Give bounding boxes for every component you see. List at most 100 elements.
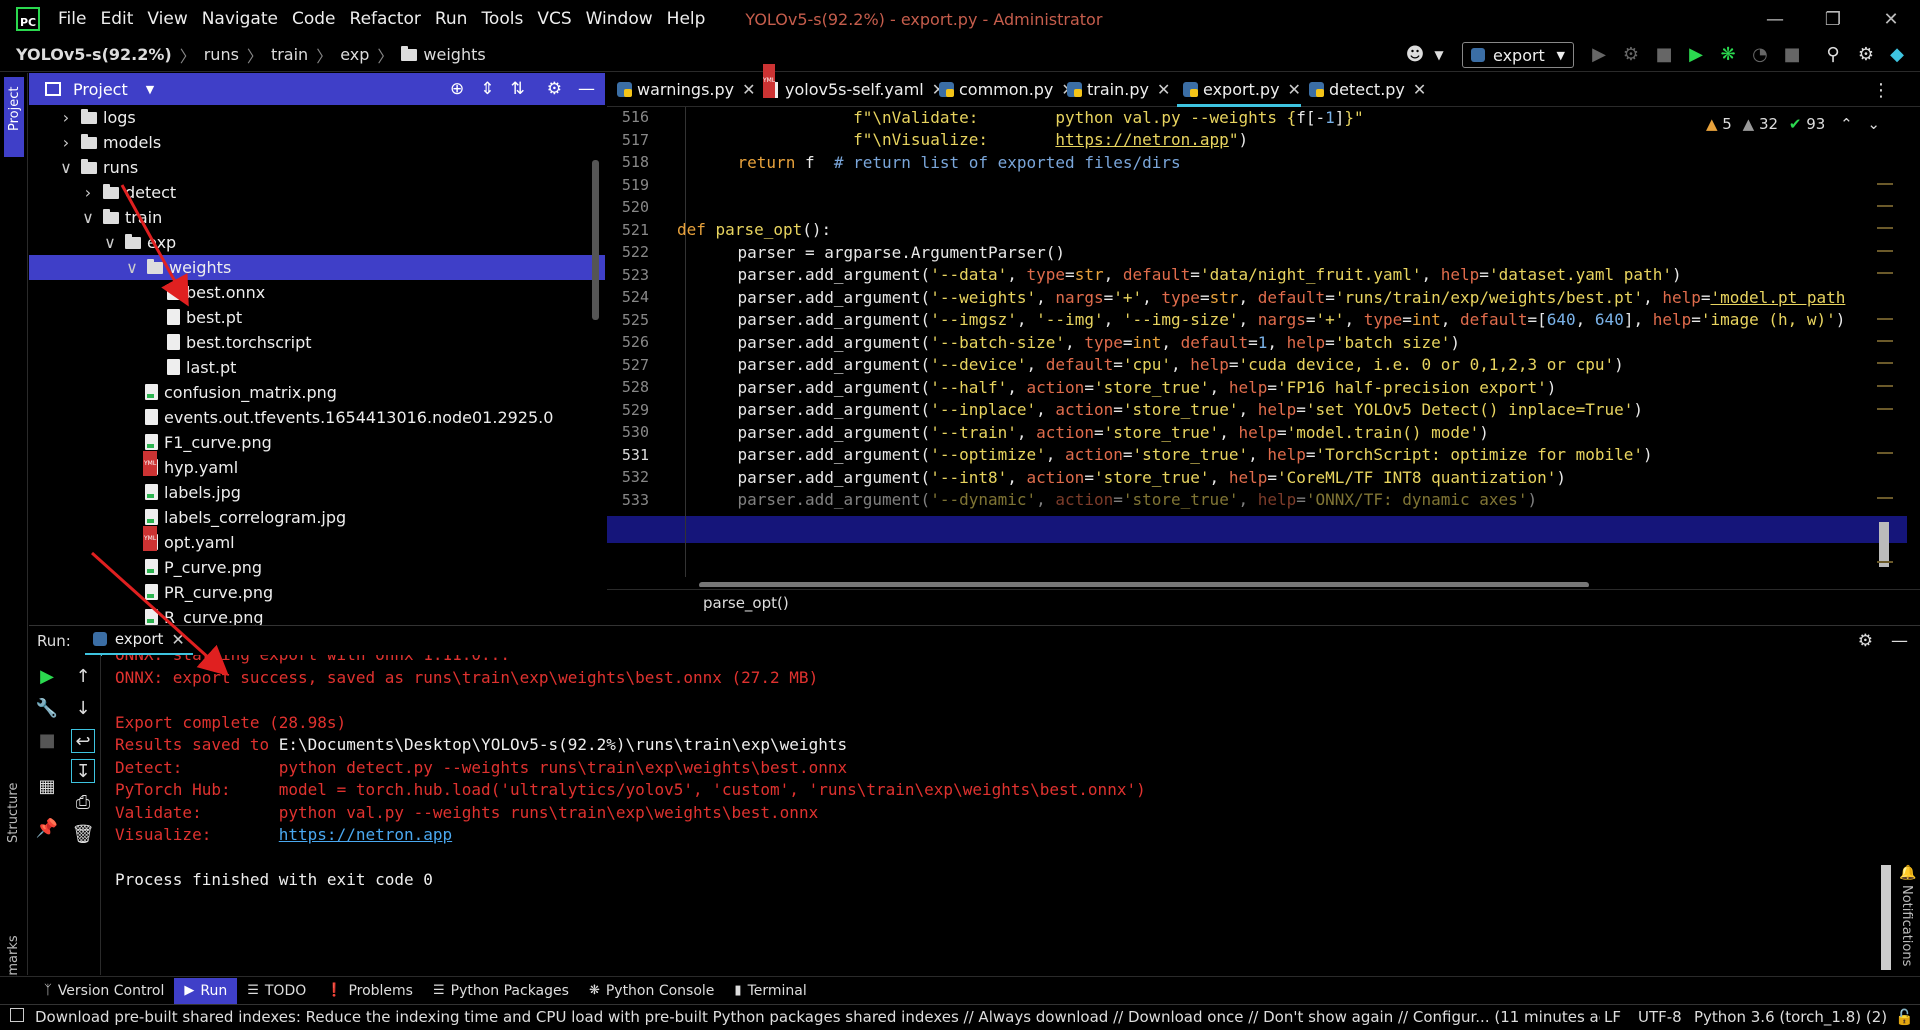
status-message[interactable]: Download pre-built shared indexes: Reduc… [35,1005,1600,1030]
soft-wrap-icon[interactable]: ↩ [71,729,95,753]
tree-item[interactable]: › models [29,130,605,155]
menu-navigate[interactable]: Navigate [202,9,278,29]
bell-icon[interactable]: 🔔 [1899,865,1916,881]
tree-item[interactable]: ∨ train [29,205,605,230]
menu-help[interactable]: Help [667,9,706,29]
lock-icon[interactable]: 🔓 [1895,1005,1914,1030]
horizontal-scrollbar[interactable] [699,582,1589,587]
trash-icon[interactable]: 🗑 [71,823,95,847]
tree-item[interactable]: ∨ exp [29,230,605,255]
menu-file[interactable]: File [58,9,86,29]
tree-item[interactable]: labels.jpg [29,480,605,505]
line-separator[interactable]: LF [1604,1005,1621,1030]
stop-icon[interactable]: ■ [1653,44,1675,66]
code-editor[interactable]: 516 517 518 519 520 521 522 523 524 525 526 527 528 5… [607,107,1920,587]
message-icon[interactable] [10,1008,24,1022]
rerun-icon[interactable]: ▶ [35,665,59,689]
breadcrumb-train[interactable]: train [271,45,308,64]
editor-tab[interactable]: common.py✕ [933,73,1075,107]
locate-icon[interactable]: ⊕ [450,79,464,99]
stop-all-icon[interactable]: ■ [1781,44,1803,66]
tab-python-console[interactable]: ❋ Python Console [579,978,724,1004]
file-encoding[interactable]: UTF-8 [1638,1005,1682,1030]
chevron-up-icon[interactable]: ⌃ [1840,115,1853,133]
tab-todo[interactable]: ☰ TODO [237,978,316,1004]
menu-refactor[interactable]: Refactor [350,9,421,29]
collapse-all-icon[interactable]: ⇅ [511,79,525,99]
menu-edit[interactable]: Edit [100,9,133,29]
menu-view[interactable]: View [147,9,187,29]
run-icon[interactable]: ▶ [1685,44,1707,66]
editor-tab[interactable]: export.py ✕ [1177,73,1301,107]
chevron-down-icon[interactable]: ⌄ [1867,115,1880,133]
layout-icon[interactable]: ▦ [35,775,59,799]
breadcrumb-exp[interactable]: exp [340,45,369,64]
tree-item[interactable]: opt.yaml [29,526,605,555]
close-icon[interactable]: ✕ [1288,80,1301,99]
editor-tab[interactable]: yolov5s-self.yaml✕ [759,64,945,107]
tree-item[interactable]: R_curve.png [29,605,605,625]
search-icon[interactable]: ⚲ [1822,44,1844,66]
chevron-right-icon[interactable]: › [59,105,73,130]
debug-icon[interactable]: ❋ [1717,44,1739,66]
tree-item[interactable]: best.onnx [29,280,605,305]
coverage-icon[interactable]: ⚙ [1620,44,1642,66]
tree-item[interactable]: best.torchscript [29,330,605,355]
menu-tools[interactable]: Tools [481,9,523,29]
breadcrumb-weights[interactable]: weights [423,45,485,64]
inspection-widget[interactable]: ▲ 5 ▲ 32 ✔ 93 ⌃ ⌄ [1706,115,1880,133]
chevron-down-icon[interactable]: ▼ [146,83,154,96]
tree-item[interactable]: labels_correlogram.jpg [29,505,605,530]
close-icon[interactable]: ✕ [1413,80,1426,99]
editor-tab[interactable]: train.py ✕ [1061,73,1170,107]
tree-item[interactable]: events.out.tfevents.1654413016.node01.29… [29,405,605,430]
scroll-to-end-icon[interactable]: ↧ [71,759,95,783]
breadcrumb-project[interactable]: YOLOv5-s(92.2%) [16,45,172,64]
hide-icon[interactable]: — [1891,631,1908,651]
console-scrollbar[interactable] [1881,865,1891,970]
tab-terminal[interactable]: ▮ Terminal [724,978,816,1004]
chevron-down-icon[interactable]: ∨ [103,230,117,255]
chevron-right-icon[interactable]: › [81,180,95,205]
close-icon[interactable]: ✕ [1157,80,1170,99]
gear-icon[interactable]: ⚙ [1855,44,1877,66]
chevron-down-icon[interactable]: ∨ [81,205,95,230]
gear-icon[interactable]: ⚙ [547,79,562,99]
arrow-down-icon[interactable]: ↓ [71,697,95,721]
tree-item[interactable]: ∨ weights [29,255,605,280]
restore-icon[interactable]: ❐ [1804,9,1862,30]
arrow-up-icon[interactable]: ↑ [71,665,95,689]
project-stripe-button[interactable]: Project [4,77,24,157]
tree-item[interactable]: › detect [29,180,605,205]
python-interpreter[interactable]: Python 3.6 (torch_1.8) (2) [1694,1005,1887,1030]
editor-tab[interactable]: warnings.py ✕ [611,73,756,107]
more-icon[interactable]: ⋮ [1872,80,1890,101]
pin-icon[interactable]: 📌 [35,817,59,841]
chevron-down-icon[interactable]: ∨ [59,155,73,180]
hide-icon[interactable]: — [578,79,595,99]
tree-item[interactable]: last.pt [29,355,605,380]
notifications-stripe-label[interactable]: Notifications [1899,885,1914,966]
menu-run[interactable]: Run [435,9,468,29]
tree-item[interactable]: PR_curve.png [29,580,605,605]
tree-item[interactable]: confusion_matrix.png [29,380,605,405]
breadcrumb-runs[interactable]: runs [204,45,239,64]
wrench-icon[interactable]: 🔧 [35,697,59,721]
tree-item[interactable]: F1_curve.png [29,430,605,455]
chevron-down-icon[interactable]: ▼ [1428,44,1450,66]
tab-run[interactable]: ▶ Run [174,977,238,1004]
tree-item[interactable]: › logs [29,105,605,130]
console-link[interactable]: https://netron.app [279,825,452,844]
jetbrains-icon[interactable]: ◆ [1886,44,1908,66]
run-tab-export[interactable]: export ✕ [84,626,193,656]
tree-item[interactable]: hyp.yaml [29,451,605,480]
minimize-icon[interactable]: — [1746,9,1804,30]
tree-scrollbar[interactable] [592,160,599,320]
menu-window[interactable]: Window [586,9,653,29]
chevron-down-icon[interactable]: ∨ [125,255,139,280]
tab-python-packages[interactable]: ☰ Python Packages [423,978,579,1004]
build-icon[interactable]: ▶ [1588,44,1610,66]
tree-item[interactable]: P_curve.png [29,555,605,580]
close-icon[interactable]: ✕ [742,80,755,99]
close-icon[interactable]: ✕ [171,630,184,649]
